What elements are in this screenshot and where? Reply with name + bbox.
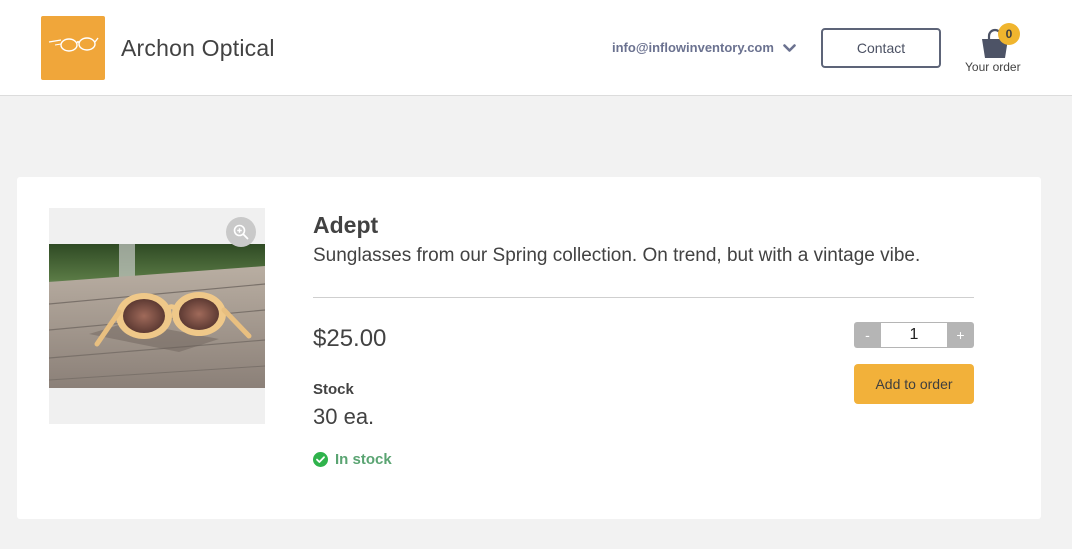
check-circle-icon xyxy=(313,452,328,467)
add-to-order-button[interactable]: Add to order xyxy=(854,364,974,404)
sunglasses-photo xyxy=(49,244,265,388)
glasses-logo-icon xyxy=(48,37,99,52)
cart-button[interactable]: 0 Your order xyxy=(960,22,1030,78)
product-title: Adept xyxy=(313,212,379,238)
product-description: Sunglasses from our Spring collection. O… xyxy=(313,245,921,266)
divider xyxy=(313,297,974,298)
increment-button[interactable]: + xyxy=(947,322,974,348)
availability-status: In stock xyxy=(313,451,392,468)
cart-count-badge: 0 xyxy=(998,23,1020,45)
site-header: Archon Optical info@inflowinventory.com … xyxy=(0,0,1072,96)
brand-logo[interactable] xyxy=(41,16,105,80)
chevron-down-icon xyxy=(783,43,796,52)
stock-quantity: 30 ea. xyxy=(313,404,375,429)
account-dropdown[interactable]: info@inflowinventory.com xyxy=(612,40,796,55)
availability-label: In stock xyxy=(335,451,392,468)
quantity-input[interactable] xyxy=(881,322,947,348)
quantity-stepper: - + xyxy=(854,322,974,348)
contact-button[interactable]: Contact xyxy=(821,28,941,68)
cart-label: Your order xyxy=(965,60,1021,74)
account-email: info@inflowinventory.com xyxy=(612,40,774,55)
product-image[interactable] xyxy=(49,208,265,424)
brand-name: Archon Optical xyxy=(121,35,275,61)
zoom-in-icon xyxy=(233,224,249,240)
decrement-button[interactable]: - xyxy=(854,322,881,348)
product-card: Adept Sunglasses from our Spring collect… xyxy=(17,177,1041,519)
zoom-button[interactable] xyxy=(226,217,256,247)
stock-label: Stock xyxy=(313,381,354,398)
product-price: $25.00 xyxy=(313,325,387,352)
